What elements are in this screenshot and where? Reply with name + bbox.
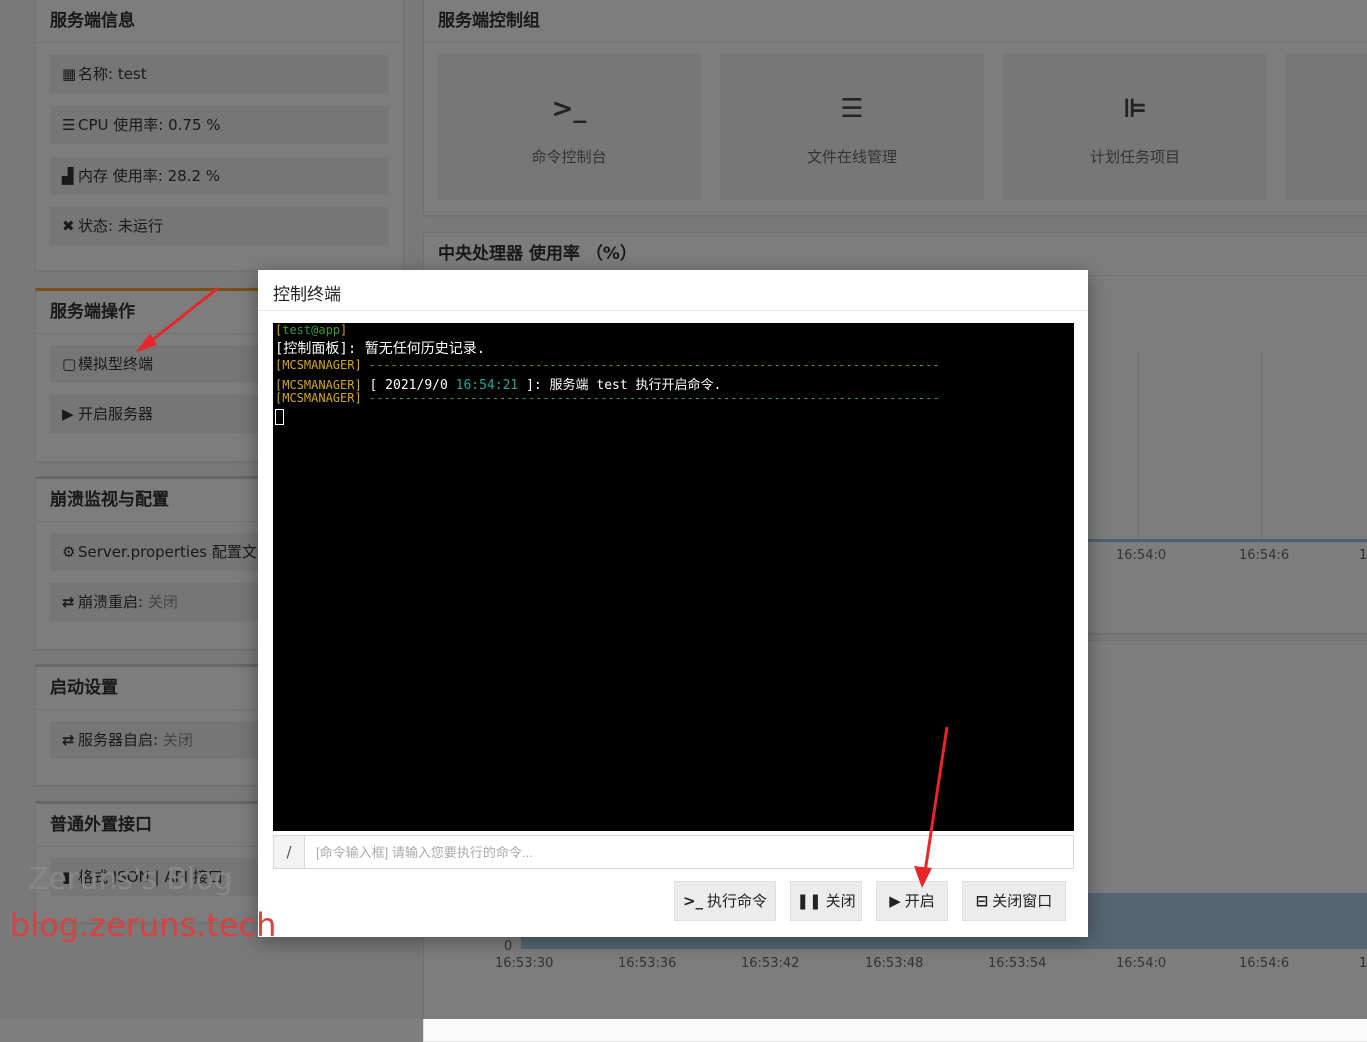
arrow-to-terminal	[136, 286, 219, 352]
arrow-to-start	[914, 726, 949, 888]
watermark-blog-url: blog.zeruns.tech	[10, 906, 277, 944]
watermark-blog-name: Zeruns's Blog	[28, 862, 233, 897]
